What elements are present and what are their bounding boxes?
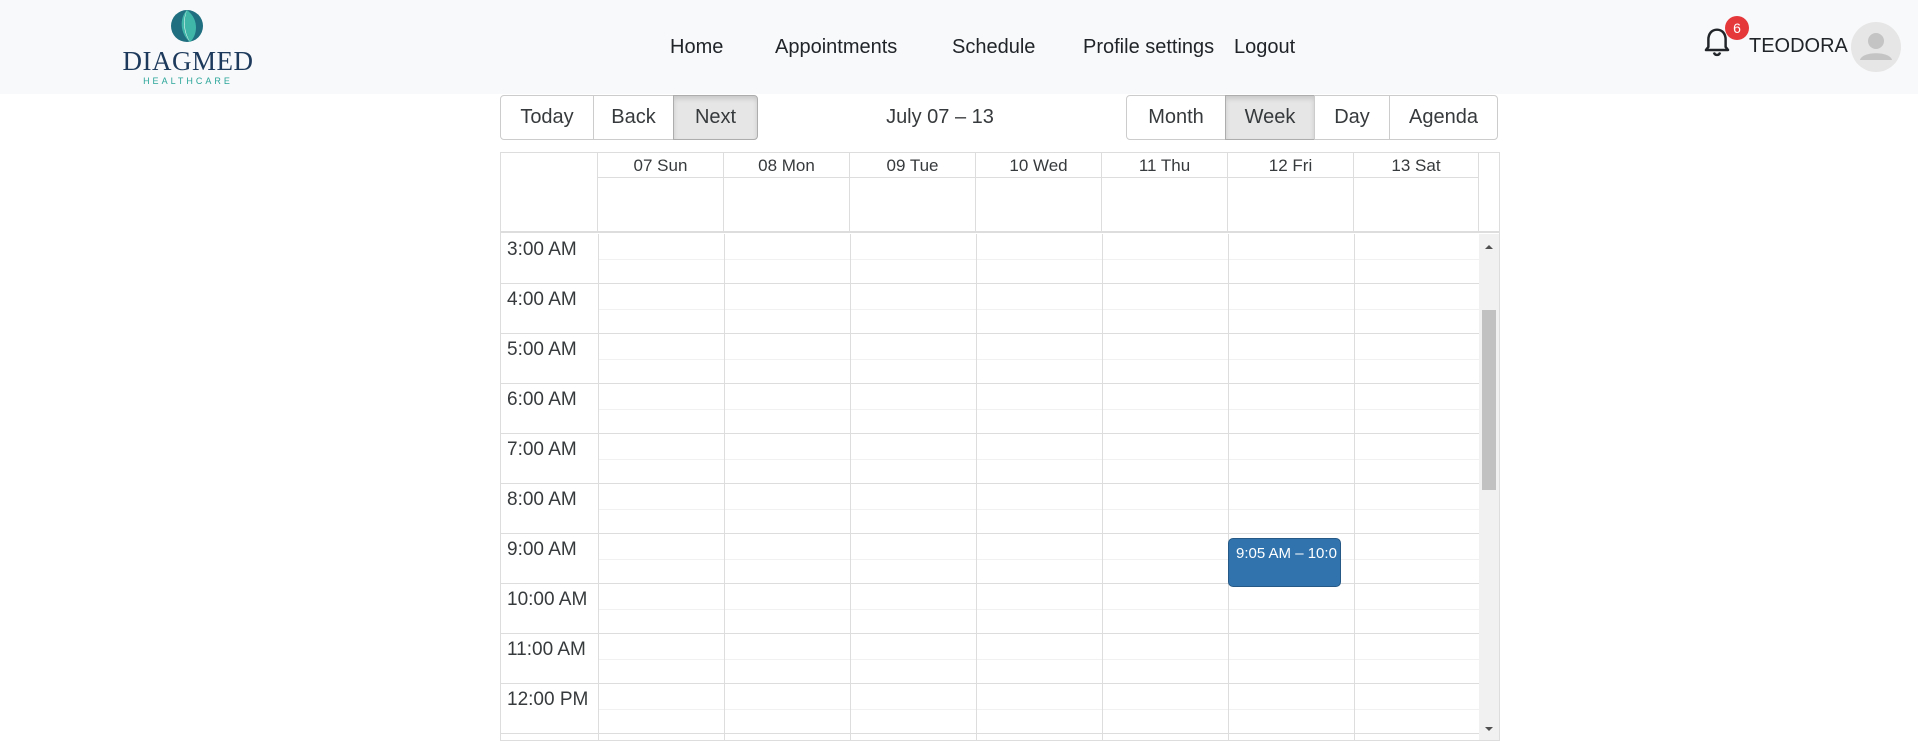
day-header: 09 Tue (850, 153, 976, 233)
nav-profile-settings[interactable]: Profile settings (1083, 36, 1214, 59)
scroll-down-icon[interactable] (1484, 724, 1494, 734)
half-hour-divider (598, 609, 1479, 610)
week-calendar: 07 Sun 08 Mon 09 Tue 10 Wed 11 Thu 12 Fr… (500, 152, 1500, 741)
time-label: 8:00 AM (507, 489, 577, 510)
time-slot-row[interactable]: 5:00 AM (501, 334, 1479, 384)
scroll-up-icon[interactable] (1484, 242, 1494, 252)
gutter-divider (598, 234, 599, 740)
time-label: 12:00 PM (507, 689, 589, 710)
time-label: 10:00 AM (507, 589, 588, 610)
time-slot-row[interactable]: 4:00 AM (501, 284, 1479, 334)
day-header-label[interactable]: 07 Sun (598, 153, 723, 178)
date-range-label: July 07 – 13 (886, 106, 994, 128)
time-gutter-header (501, 153, 598, 233)
half-hour-divider (598, 409, 1479, 410)
user-name[interactable]: TEODORA (1749, 35, 1848, 58)
day-column-divider (976, 234, 977, 740)
brand-tagline: HEALTHCARE (143, 76, 233, 86)
nav-logout[interactable]: Logout (1234, 36, 1295, 59)
calendar-header: 07 Sun 08 Mon 09 Tue 10 Wed 11 Thu 12 Fr… (501, 153, 1499, 233)
half-hour-divider (598, 509, 1479, 510)
day-view-button[interactable]: Day (1314, 95, 1390, 140)
time-slot-row[interactable]: 10:00 AM (501, 584, 1479, 634)
day-header-label[interactable]: 13 Sat (1354, 153, 1478, 178)
day-header-label[interactable]: 09 Tue (850, 153, 975, 178)
scrollbar[interactable] (1479, 234, 1499, 740)
nav-schedule[interactable]: Schedule (952, 36, 1035, 59)
day-header: 13 Sat (1354, 153, 1479, 233)
navbar: DIAGMED HEALTHCARE Home Appointments Sch… (0, 0, 1918, 94)
half-hour-divider (598, 709, 1479, 710)
view-button-group: Month Week Day Agenda (1126, 95, 1498, 140)
half-hour-divider (598, 659, 1479, 660)
time-label: 5:00 AM (507, 339, 577, 360)
time-grid: 3:00 AM 4:00 AM 5:00 AM 6:00 AM 7:00 AM … (501, 234, 1499, 740)
time-slot-row[interactable]: 6:00 AM (501, 384, 1479, 434)
logo-mark-icon (171, 10, 203, 42)
time-slot-row[interactable]: 3:00 AM (501, 234, 1479, 284)
time-slot-row[interactable]: 12:00 PM (501, 684, 1479, 734)
half-hour-divider (598, 459, 1479, 460)
notification-badge: 6 (1725, 16, 1749, 40)
user-avatar-icon (1860, 33, 1892, 60)
today-button[interactable]: Today (500, 95, 594, 140)
day-column-divider (1102, 234, 1103, 740)
time-label: 4:00 AM (507, 289, 577, 310)
day-header: 08 Mon (724, 153, 850, 233)
agenda-view-button[interactable]: Agenda (1389, 95, 1498, 140)
time-label: 3:00 AM (507, 239, 577, 260)
calendar-event[interactable]: 9:05 AM – 10:0 (1228, 538, 1341, 587)
day-header-label[interactable]: 12 Fri (1228, 153, 1353, 178)
half-hour-divider (598, 259, 1479, 260)
day-header: 12 Fri (1228, 153, 1354, 233)
day-column-divider (850, 234, 851, 740)
time-slot-row[interactable]: 7:00 AM (501, 434, 1479, 484)
time-label: 7:00 AM (507, 439, 577, 460)
time-label: 6:00 AM (507, 389, 577, 410)
day-header: 07 Sun (598, 153, 724, 233)
nav-appointments[interactable]: Appointments (775, 36, 897, 59)
month-view-button[interactable]: Month (1126, 95, 1226, 140)
day-header: 11 Thu (1102, 153, 1228, 233)
brand-name: DIAGMED (122, 46, 254, 76)
back-button[interactable]: Back (593, 95, 674, 140)
week-view-button[interactable]: Week (1225, 95, 1315, 140)
time-slot-row[interactable]: 11:00 AM (501, 634, 1479, 684)
day-header-label[interactable]: 10 Wed (976, 153, 1101, 178)
day-header-label[interactable]: 08 Mon (724, 153, 849, 178)
half-hour-divider (598, 309, 1479, 310)
time-label: 9:00 AM (507, 539, 577, 560)
day-column-divider (1228, 234, 1229, 740)
half-hour-divider (598, 559, 1479, 560)
day-column-divider (724, 234, 725, 740)
avatar[interactable] (1851, 22, 1901, 72)
scrollbar-thumb[interactable] (1482, 310, 1496, 490)
nav-home[interactable]: Home (670, 36, 723, 59)
nav-button-group: Today Back Next (500, 95, 758, 140)
day-column-divider (1354, 234, 1355, 740)
half-hour-divider (598, 359, 1479, 360)
day-header: 10 Wed (976, 153, 1102, 233)
brand-logo[interactable]: DIAGMED HEALTHCARE (118, 8, 258, 88)
time-slot-row[interactable]: 8:00 AM (501, 484, 1479, 534)
next-button[interactable]: Next (673, 95, 758, 140)
time-label: 11:00 AM (507, 639, 586, 660)
day-header-label[interactable]: 11 Thu (1102, 153, 1227, 178)
